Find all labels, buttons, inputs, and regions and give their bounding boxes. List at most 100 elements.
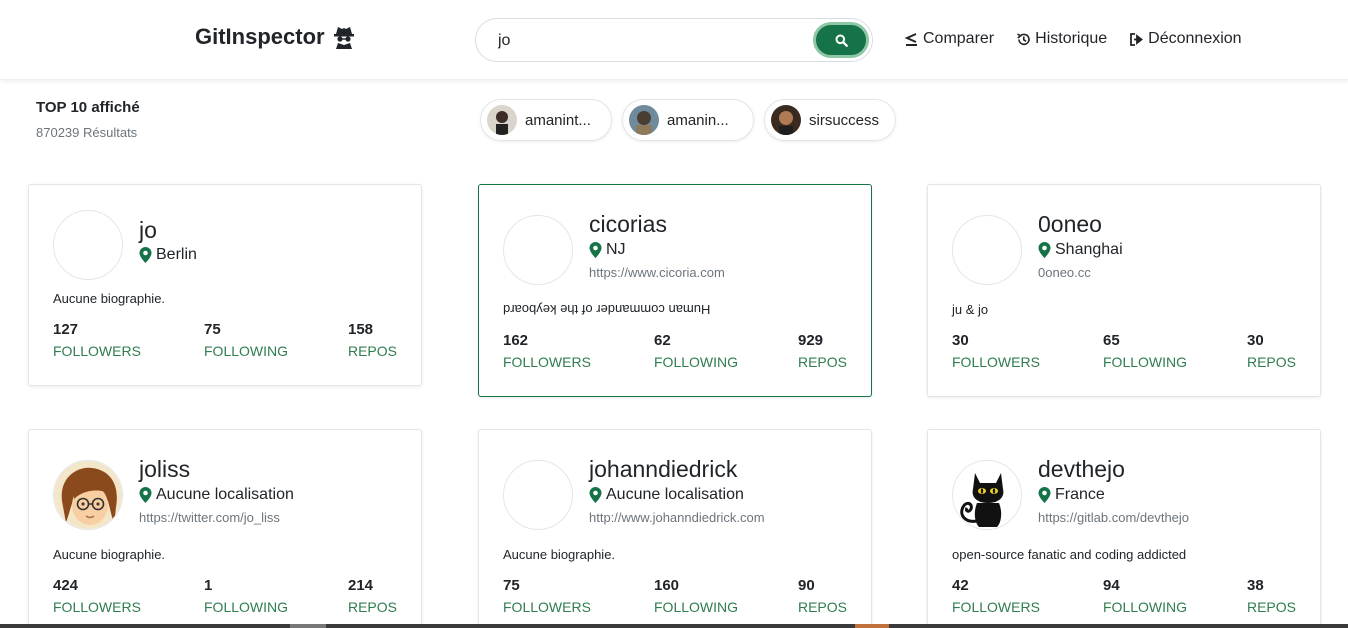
repos-count: 90 xyxy=(797,577,815,594)
followers-count: 75 xyxy=(503,577,520,594)
user-login: cicorias xyxy=(589,211,667,237)
recent-chip-label: amanin... xyxy=(667,111,729,129)
search-bar xyxy=(475,18,873,62)
user-login: 0oneo xyxy=(1038,211,1102,237)
repos-label: REPOS xyxy=(1246,354,1296,370)
following-count: 62 xyxy=(654,332,671,349)
repos-stat: 30 REPOS xyxy=(1247,332,1296,370)
repos-count: 929 xyxy=(797,332,824,349)
user-login: jo xyxy=(139,217,157,243)
user-card[interactable]: 0oneo Shanghai 0oneo.cc ju & jo 30 FOLLO… xyxy=(927,184,1321,397)
recent-chip-label: amanint... xyxy=(525,111,591,129)
recent-chip[interactable]: sirsuccess xyxy=(764,99,896,141)
user-location-text: Berlin xyxy=(156,246,197,263)
avatar xyxy=(53,210,123,280)
following-stat: 62 FOLLOWING xyxy=(654,332,738,370)
user-card[interactable]: jo Berlin Aucune biographie. 127 FOLLOWE… xyxy=(28,184,422,386)
following-stat: 94 FOLLOWING xyxy=(1103,577,1187,615)
following-label: FOLLOWING xyxy=(654,599,739,615)
avatar xyxy=(503,460,573,530)
user-bio: Aucune biographie. xyxy=(53,547,166,562)
repos-label: REPOS xyxy=(797,599,847,615)
user-bio: Aucune biographie. xyxy=(53,291,166,306)
recent-searches: amanint... amanin... sirsuccess xyxy=(480,99,896,141)
following-label: FOLLOWING xyxy=(654,354,739,370)
followers-label: FOLLOWERS xyxy=(503,354,591,370)
taskbar-strip xyxy=(0,624,1348,628)
user-location: Shanghai xyxy=(1038,241,1123,259)
user-card[interactable]: johanndiedrick Aucune localisation http:… xyxy=(478,429,872,628)
map-pin-icon xyxy=(589,487,602,503)
user-blog-link[interactable]: https://twitter.com/jo_liss xyxy=(139,510,280,525)
avatar xyxy=(952,460,1022,530)
following-count: 65 xyxy=(1103,332,1120,349)
avatar xyxy=(487,105,517,135)
avatar xyxy=(503,215,573,285)
nav-history[interactable]: Historique xyxy=(1016,30,1107,48)
user-bio: Aucune biographie. xyxy=(503,547,616,562)
user-blog-link[interactable]: 0oneo.cc xyxy=(1038,265,1091,280)
following-count: 75 xyxy=(204,321,221,338)
followers-count: 162 xyxy=(503,332,529,349)
logout-icon xyxy=(1130,32,1144,46)
compare-icon xyxy=(904,32,917,46)
brand-title: GitInspector xyxy=(195,24,325,49)
followers-label: FOLLOWERS xyxy=(952,354,1040,370)
nav-compare-label: Comparer xyxy=(923,30,995,47)
recent-chip-label: sirsuccess xyxy=(809,111,880,129)
followers-label: FOLLOWERS xyxy=(952,599,1040,615)
user-location: Aucune localisation xyxy=(139,486,294,504)
map-pin-icon xyxy=(589,242,602,258)
user-location-text: Shanghai xyxy=(1055,241,1123,258)
user-location-text: France xyxy=(1055,486,1105,503)
user-location: Berlin xyxy=(139,246,197,264)
following-count: 1 xyxy=(204,577,213,594)
search-icon xyxy=(835,34,848,47)
user-login: devthejo xyxy=(1038,456,1125,482)
user-location: Aucune localisation xyxy=(589,486,744,504)
following-stat: 75 FOLLOWING xyxy=(204,321,288,359)
followers-count: 127 xyxy=(53,321,79,338)
nav-compare[interactable]: Comparer xyxy=(904,30,994,48)
following-label: FOLLOWING xyxy=(204,599,289,615)
user-bio: Human commander of the keyboard xyxy=(503,302,711,317)
repos-label: REPOS xyxy=(1246,599,1296,615)
repos-stat: 90 REPOS xyxy=(798,577,847,615)
repos-count: 30 xyxy=(1246,332,1264,349)
user-location-text: Aucune localisation xyxy=(606,486,744,503)
recent-chip[interactable]: amanint... xyxy=(480,99,612,141)
repos-stat: 38 REPOS xyxy=(1247,577,1296,615)
search-button[interactable] xyxy=(813,22,869,58)
taskbar-segment xyxy=(855,624,889,628)
brand[interactable]: GitInspector xyxy=(195,24,355,50)
nav-logout-label: Déconnexion xyxy=(1148,30,1242,47)
user-bio: open-source fanatic and coding addicted xyxy=(952,547,1187,562)
repos-count: 214 xyxy=(347,577,374,594)
following-stat: 65 FOLLOWING xyxy=(1103,332,1187,370)
user-card[interactable]: devthejo France https://gitlab.com/devth… xyxy=(927,429,1321,628)
following-stat: 1 FOLLOWING xyxy=(204,577,288,615)
following-label: FOLLOWING xyxy=(204,343,289,359)
recent-chip[interactable]: amanin... xyxy=(622,99,754,141)
following-label: FOLLOWING xyxy=(1103,354,1188,370)
nav-logout[interactable]: Déconnexion xyxy=(1129,30,1242,48)
following-count: 94 xyxy=(1103,577,1120,594)
repos-count: 158 xyxy=(347,321,374,338)
repos-stat: 214 REPOS xyxy=(348,577,397,615)
followers-count: 424 xyxy=(53,577,79,594)
map-pin-icon xyxy=(139,247,152,263)
user-login: joliss xyxy=(139,456,191,482)
avatar xyxy=(53,460,123,530)
user-card[interactable]: cicorias NJ https://www.cicoria.com Huma… xyxy=(478,184,872,397)
user-blog-link[interactable]: http://www.johanndiedrick.com xyxy=(589,510,765,525)
followers-stat: 75 FOLLOWERS xyxy=(503,577,591,615)
user-blog-link[interactable]: https://gitlab.com/devthejo xyxy=(1038,510,1189,525)
following-count: 160 xyxy=(654,577,680,594)
map-pin-icon xyxy=(139,487,152,503)
user-location-text: Aucune localisation xyxy=(156,486,294,503)
results-title: TOP 10 affiché xyxy=(36,99,140,116)
search-input[interactable] xyxy=(498,28,798,54)
followers-stat: 42 FOLLOWERS xyxy=(952,577,1040,615)
user-blog-link[interactable]: https://www.cicoria.com xyxy=(589,265,725,280)
user-card[interactable]: joliss Aucune localisation https://twitt… xyxy=(28,429,422,628)
